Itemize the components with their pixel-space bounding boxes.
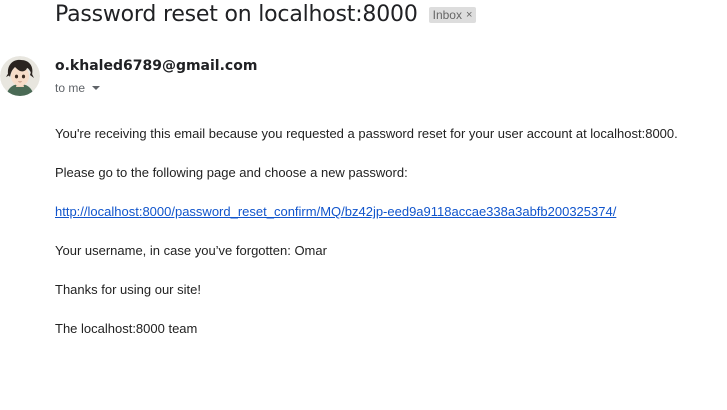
body-signature: The localhost:8000 team [55,321,198,336]
recipient-label: to me [55,81,86,95]
remove-label-icon[interactable]: × [466,7,472,23]
body-thanks: Thanks for using our site! [55,282,201,297]
body-intro: You're receiving this email because you … [55,126,678,141]
email-subject: Password reset on localhost:8000 [55,2,418,27]
subject-row: Password reset on localhost:8000 Inbox × [55,2,477,27]
sender-address: o.khaled6789@gmail.com [55,58,258,74]
inbox-label-chip[interactable]: Inbox × [428,6,477,23]
caret-down-icon [92,86,101,90]
recipient-dropdown[interactable]: to me [55,81,101,95]
body-username: Your username, in case you’ve forgotten:… [55,243,327,258]
avatar-image [0,56,40,96]
body-instruction: Please go to the following page and choo… [55,165,408,180]
sender-avatar[interactable] [0,56,40,96]
password-reset-link[interactable]: http://localhost:8000/password_reset_con… [55,204,616,219]
inbox-label-text: Inbox [432,7,462,22]
